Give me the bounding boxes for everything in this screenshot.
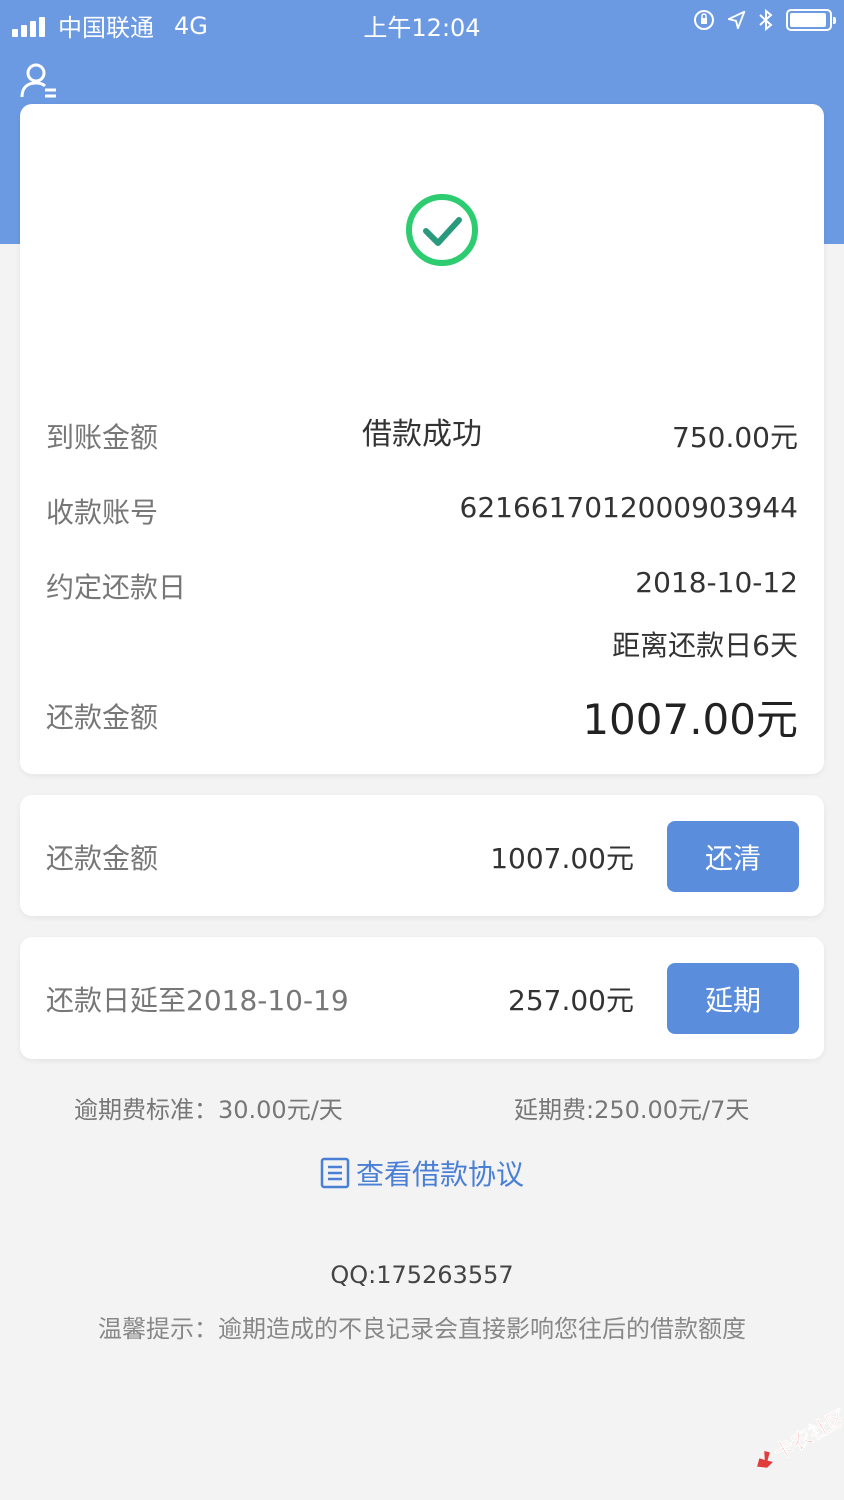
svg-text:卡农社区: 卡农社区	[770, 1408, 842, 1465]
location-icon	[727, 10, 746, 30]
status-bar: 中国联通 4G 上午12:04	[0, 0, 844, 44]
account-value: 6216617012000903944	[459, 491, 798, 524]
pay-off-button[interactable]: 还清	[667, 821, 799, 892]
due-date-value: 2018-10-12	[635, 566, 798, 599]
warning-tip: 温馨提示：逾期造成的不良记录会直接影响您往后的借款额度	[98, 1315, 746, 1343]
received-amount-label: 到账金额	[46, 421, 159, 454]
due-date-label: 约定还款日	[46, 571, 187, 604]
received-amount-value: 750.00元	[672, 421, 798, 454]
view-agreement-link[interactable]: 查看借款协议	[0, 1153, 844, 1193]
extend-card-label: 还款日延至2018-10-19	[46, 984, 349, 1017]
account-label: 收款账号	[46, 496, 159, 529]
battery-icon	[786, 9, 836, 31]
agreement-link-text: 查看借款协议	[355, 1158, 524, 1191]
success-check-icon	[402, 190, 482, 270]
extend-card-amount: 257.00元	[508, 984, 634, 1017]
extension-fee-text: 延期费:250.00元/7天	[514, 1096, 750, 1124]
qq-contact: QQ:175263557	[330, 1261, 514, 1289]
repay-card-amount: 1007.00元	[490, 842, 634, 875]
days-left-text: 距离还款日6天	[612, 629, 798, 662]
overdue-fee-text: 逾期费标准：30.00元/天	[74, 1096, 343, 1124]
extend-button[interactable]: 延期	[667, 963, 799, 1034]
loan-result-card: 借款成功 到账金额 750.00元 收款账号 62166170120009039…	[20, 104, 824, 774]
extend-card: 还款日延至2018-10-19 257.00元 延期	[20, 937, 824, 1059]
rotation-lock-icon	[694, 10, 714, 30]
repay-amount-value: 1007.00元	[582, 695, 798, 744]
status-right	[682, 8, 836, 32]
bluetooth-icon	[759, 8, 773, 32]
document-icon	[320, 1157, 350, 1189]
repay-amount-label: 还款金额	[46, 701, 159, 734]
user-icon	[20, 63, 56, 98]
profile-button[interactable]	[18, 60, 58, 100]
repay-card-label: 还款金额	[46, 842, 159, 875]
repay-card: 还款金额 1007.00元 还清	[20, 795, 824, 916]
watermark-logo: 卡农社区	[742, 1404, 844, 1478]
